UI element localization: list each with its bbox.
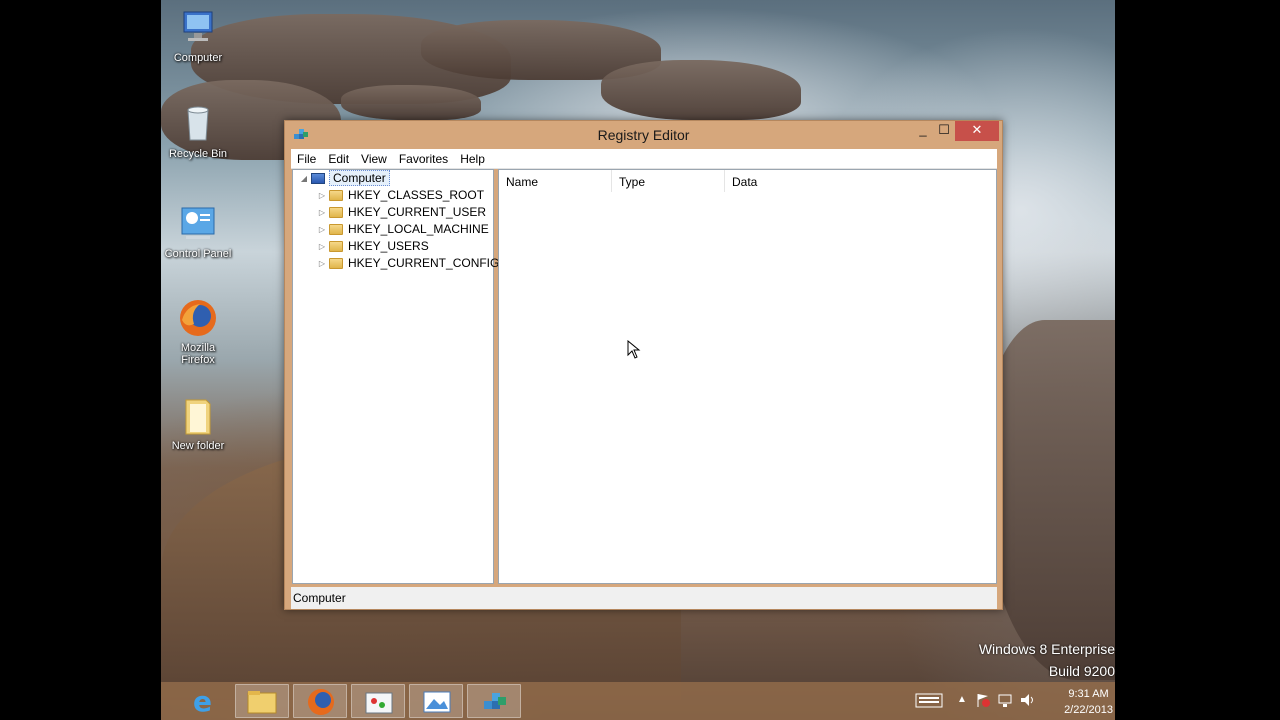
registry-editor-window[interactable]: Registry Editor _ ☐ ✕ File Edit View Favori…	[284, 120, 1003, 610]
network-icon[interactable]	[997, 692, 1013, 711]
collapsed-arrow-icon[interactable]: ▷	[317, 208, 327, 217]
internet-explorer-icon: e	[193, 685, 212, 718]
desktop-icon-firefox[interactable]: Mozilla Firefox	[161, 298, 238, 366]
taskbar: e ▲ 9:31 AM 2/22/2013	[161, 682, 1115, 720]
collapsed-arrow-icon[interactable]: ▷	[317, 242, 327, 251]
computer-icon	[311, 173, 325, 185]
firefox-icon	[308, 689, 334, 715]
recycle-bin-icon	[176, 104, 220, 144]
control-panel-icon	[176, 204, 220, 244]
desktop-icon-new-folder[interactable]: New folder	[161, 396, 238, 452]
desktop-icon-label: Mozilla Firefox	[180, 342, 216, 366]
title-bar[interactable]: Registry Editor _ ☐ ✕	[285, 121, 1002, 149]
taskbar-file-explorer[interactable]	[235, 684, 289, 718]
menu-edit[interactable]: Edit	[322, 149, 355, 166]
keyboard-icon[interactable]	[915, 692, 943, 711]
taskbar-registry-editor[interactable]	[467, 684, 521, 718]
menu-view[interactable]: View	[355, 149, 393, 166]
windows-edition-text: Windows 8 Enterprise	[978, 641, 1115, 657]
windows-build-text: Build 9200	[1048, 663, 1115, 679]
folder-icon	[329, 190, 343, 202]
tree-item-label: Computer	[329, 170, 390, 186]
values-list[interactable]: Name Type Data	[498, 169, 997, 584]
folder-icon	[329, 207, 343, 219]
clock-date: 2/22/2013	[1064, 704, 1113, 716]
folder-icon	[329, 224, 343, 236]
desktop-icon-recycle-bin[interactable]: Recycle Bin	[161, 104, 238, 160]
folder-icon	[176, 396, 220, 436]
desktop-icon-label: Recycle Bin	[168, 148, 228, 160]
maximize-button[interactable]: ☐	[930, 121, 958, 141]
expanded-arrow-icon[interactable]: ◢	[299, 174, 309, 183]
paint-icon	[365, 692, 393, 714]
rock-shape	[601, 60, 801, 120]
desktop-icon-control-panel[interactable]: Control Panel	[161, 204, 238, 260]
desktop-icon-computer[interactable]: Computer	[161, 8, 238, 64]
tree-item-label: HKEY_USERS	[348, 239, 429, 253]
taskbar-picture-viewer[interactable]	[409, 684, 463, 718]
collapsed-arrow-icon[interactable]: ▷	[317, 191, 327, 200]
action-center-flag-icon[interactable]	[975, 692, 991, 711]
tree-item-computer[interactable]: ◢ Computer	[299, 170, 390, 188]
menu-file[interactable]: File	[291, 149, 322, 166]
svg-text:e: e	[193, 685, 212, 718]
tree-item-hkey-users[interactable]: ▷ HKEY_USERS	[317, 239, 429, 256]
close-button[interactable]: ✕	[955, 121, 999, 141]
collapsed-arrow-icon[interactable]: ▷	[317, 225, 327, 234]
tree-item-hkey-classes-root[interactable]: ▷ HKEY_CLASSES_ROOT	[317, 188, 484, 205]
firefox-icon	[176, 298, 220, 338]
collapsed-arrow-icon[interactable]: ▷	[317, 259, 327, 268]
registry-editor-icon	[484, 693, 506, 709]
mouse-cursor-icon	[627, 339, 641, 363]
picture-viewer-icon	[423, 691, 451, 713]
taskbar-paint[interactable]	[351, 684, 405, 718]
folder-icon	[329, 241, 343, 253]
tree-item-label: HKEY_LOCAL_MACHINE	[348, 222, 489, 236]
tree-item-hkey-current-config[interactable]: ▷ HKEY_CURRENT_CONFIG	[317, 256, 499, 273]
taskbar-internet-explorer[interactable]: e	[177, 684, 231, 718]
registry-tree[interactable]: ◢ Computer ▷ HKEY_CLASSES_ROOT ▷ HKEY_CURRE…	[292, 169, 499, 584]
tree-item-label: HKEY_CURRENT_CONFIG	[348, 256, 500, 270]
tree-item-hkey-local-machine[interactable]: ▷ HKEY_LOCAL_MACHINE	[317, 222, 489, 239]
folder-icon	[329, 258, 343, 270]
tree-item-hkey-current-user[interactable]: ▷ HKEY_CURRENT_USER	[317, 205, 486, 222]
tree-item-label: HKEY_CURRENT_USER	[348, 205, 487, 219]
menu-favorites[interactable]: Favorites	[393, 149, 454, 166]
column-header-data[interactable]: Data	[725, 170, 998, 192]
rock-shape	[341, 85, 481, 120]
column-header-type[interactable]: Type	[612, 170, 725, 192]
column-header-name[interactable]: Name	[499, 170, 612, 192]
desktop-icon-label: New folder	[171, 440, 225, 452]
taskbar-clock[interactable]: 9:31 AM 2/22/2013	[1064, 686, 1113, 718]
tree-item-label: HKEY_CLASSES_ROOT	[348, 188, 485, 202]
show-hidden-icons-icon[interactable]: ▲	[957, 694, 967, 705]
desktop-icon-label: Computer	[173, 52, 223, 64]
menu-help[interactable]: Help	[454, 149, 491, 166]
desktop: Computer Recycle Bin Control Panel Mozil…	[161, 0, 1115, 720]
volume-icon[interactable]	[1019, 692, 1035, 711]
window-title: Registry Editor	[597, 127, 690, 143]
taskbar-firefox[interactable]	[293, 684, 347, 718]
menu-bar: File Edit View Favorites Help	[291, 149, 997, 169]
computer-icon	[176, 8, 220, 48]
clock-time: 9:31 AM	[1068, 688, 1109, 700]
status-bar: Computer	[291, 587, 997, 609]
desktop-icon-label: Control Panel	[164, 248, 232, 260]
file-explorer-icon	[247, 691, 277, 714]
